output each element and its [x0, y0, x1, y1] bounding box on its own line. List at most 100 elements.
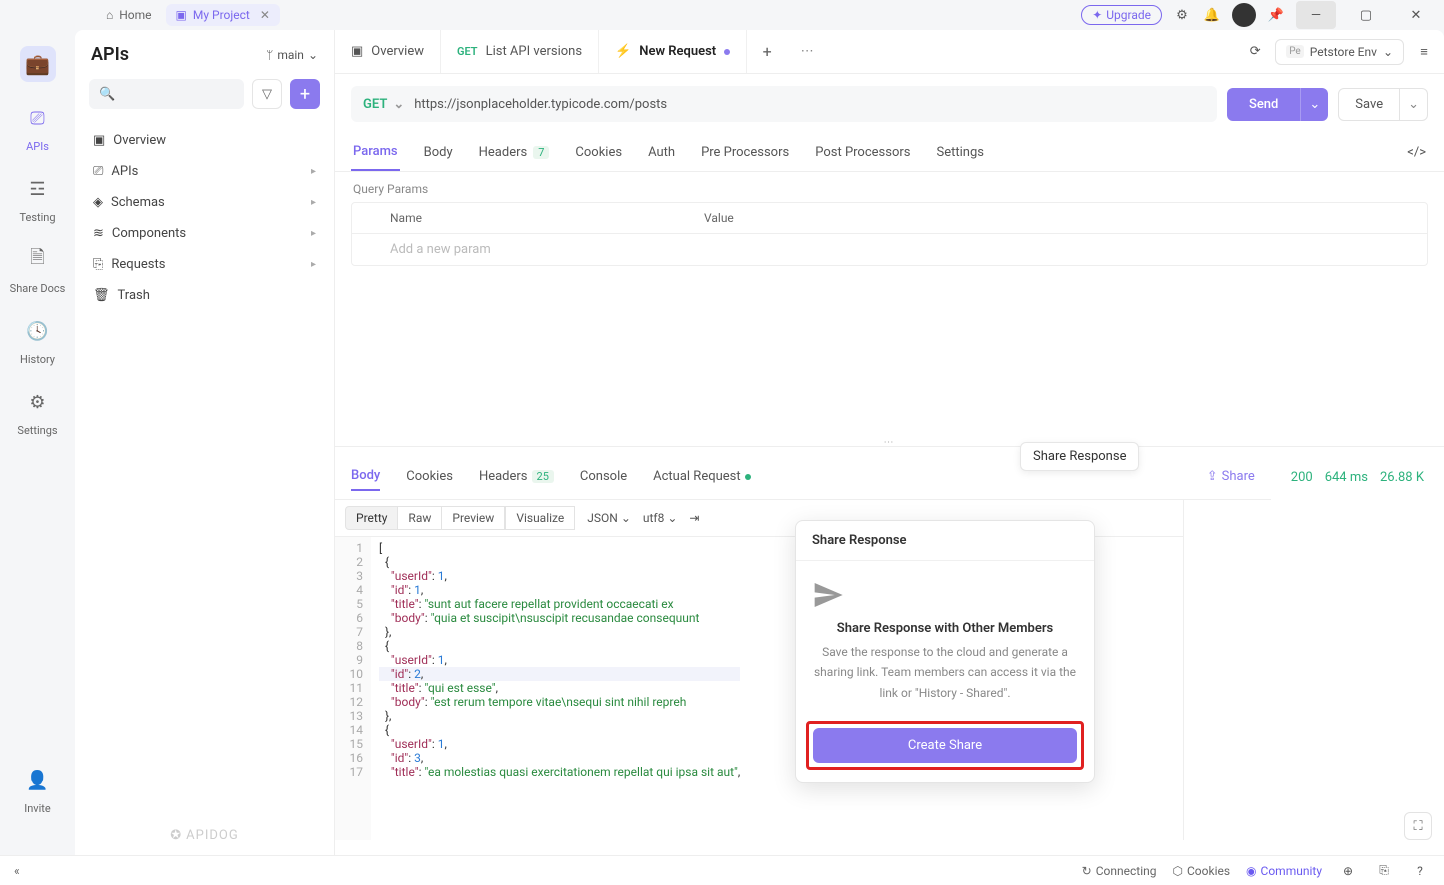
req-tab-post[interactable]: Post Processors — [813, 135, 912, 170]
send-button[interactable]: Send — [1227, 88, 1300, 121]
sidebar-item-trash[interactable]: 🗑Trash — [83, 280, 326, 311]
share-response-link[interactable]: ⇪Share — [1207, 469, 1255, 484]
resp-tab-actual[interactable]: Actual Request — [653, 463, 750, 490]
method-badge: GET — [457, 45, 478, 58]
ws-tab-overview[interactable]: ▣Overview — [335, 30, 441, 73]
close-icon[interactable]: ✕ — [260, 8, 270, 22]
resp-tab-body[interactable]: Body — [351, 462, 380, 491]
add-button[interactable]: + — [290, 79, 320, 109]
sidebar-item-schemas[interactable]: ◈Schemas▸ — [83, 187, 326, 218]
sidebar-title: APIs — [91, 44, 129, 65]
collapse-sidebar[interactable]: « — [14, 864, 20, 878]
unsaved-dot — [724, 49, 730, 55]
ws-tab-list[interactable]: GET List API versions — [441, 30, 599, 73]
req-tab-auth[interactable]: Auth — [646, 135, 677, 170]
search-input[interactable]: 🔍 — [89, 79, 244, 109]
sidebar-item-apis[interactable]: ⎚APIs▸ — [83, 156, 326, 187]
env-selector[interactable]: PePetstore Env⌄ — [1275, 39, 1404, 65]
expand-panel-button[interactable]: ⛶ — [1404, 812, 1432, 840]
tab-home[interactable]: ⌂ Home — [96, 4, 162, 26]
save-button[interactable]: Save — [1338, 88, 1400, 121]
requests-icon: ⎘ — [93, 257, 103, 272]
plus-icon: + — [300, 84, 310, 105]
sidebar: APIs ᛘmain⌄ 🔍 ▽ + ▣Overview ⎚APIs▸ ◈Sche… — [75, 30, 335, 855]
wrap-toggle[interactable]: ⇥ — [689, 511, 699, 525]
avatar[interactable] — [1232, 3, 1256, 27]
method-selector[interactable]: GET⌄ — [363, 97, 404, 112]
ws-add-tab[interactable]: + — [747, 30, 787, 73]
branch-label: main — [277, 48, 304, 62]
new-param-row[interactable]: Add a new param — [352, 234, 1427, 265]
status-upload-icon[interactable]: ⊕ — [1338, 861, 1358, 881]
window-minimize[interactable]: — — [1296, 1, 1336, 29]
ws-more[interactable]: ⋯ — [787, 30, 827, 73]
tab-project[interactable]: ▣ My Project ✕ — [166, 4, 280, 26]
resp-tab-headers[interactable]: Headers25 — [479, 463, 554, 490]
chevron-down-icon: ⌄ — [1383, 45, 1393, 59]
status-gift-icon[interactable]: ⎘ — [1374, 861, 1394, 881]
schemas-icon: ◈ — [93, 195, 103, 210]
save-caret[interactable]: ⌄ — [1400, 88, 1428, 121]
sidebar-item-label: Schemas — [111, 195, 165, 210]
window-maximize[interactable]: ▢ — [1346, 1, 1386, 29]
window-close[interactable]: ✕ — [1396, 1, 1436, 29]
env-label: Petstore Env — [1310, 45, 1377, 59]
req-tab-cookies[interactable]: Cookies — [573, 135, 624, 170]
sidebar-item-requests[interactable]: ⎘Requests▸ — [83, 249, 326, 280]
popover-title: Share Response — [796, 521, 1094, 561]
create-share-button[interactable]: Create Share — [813, 728, 1077, 763]
req-tab-settings[interactable]: Settings — [934, 135, 985, 170]
pin-icon[interactable]: 📌 — [1266, 5, 1286, 25]
view-preview[interactable]: Preview — [442, 506, 505, 530]
gear-icon[interactable]: ⚙ — [1172, 5, 1192, 25]
filter-button[interactable]: ▽ — [252, 79, 282, 109]
ws-tab-label: List API versions — [486, 44, 582, 59]
view-pretty[interactable]: Pretty — [345, 506, 398, 530]
req-tab-body[interactable]: Body — [422, 135, 455, 170]
rail-workspace[interactable]: 💼 — [20, 46, 56, 82]
sidebar-item-overview[interactable]: ▣Overview — [83, 125, 326, 156]
upgrade-button[interactable]: ✦ Upgrade — [1081, 5, 1162, 25]
brand-logo: ✪APIDOG — [75, 816, 334, 855]
ws-tab-new[interactable]: ⚡New Request — [599, 30, 747, 73]
rail-testing[interactable]: ☲Testing — [19, 171, 55, 224]
rail-invite[interactable]: 👤Invite — [20, 762, 56, 815]
sidebar-item-label: Components — [112, 226, 186, 241]
branch-selector[interactable]: ᛘmain⌄ — [266, 48, 318, 62]
bell-icon[interactable]: 🔔 — [1202, 5, 1222, 25]
format-selector[interactable]: JSON⌄ — [587, 511, 631, 525]
encoding-selector[interactable]: utf8⌄ — [643, 511, 678, 525]
sidebar-item-components[interactable]: ≋Components▸ — [83, 218, 326, 249]
resp-tab-cookies[interactable]: Cookies — [406, 463, 453, 490]
rail-settings[interactable]: ⚙Settings — [17, 384, 57, 437]
env-settings-button[interactable]: ≡ — [1414, 42, 1434, 62]
rail-share[interactable]: 🗎Share Docs — [10, 242, 66, 295]
url-input[interactable]: GET⌄ https://jsonplaceholder.typicode.co… — [351, 86, 1217, 122]
status-community[interactable]: ◉Community — [1246, 864, 1322, 878]
chevron-down-icon: ⌄ — [308, 48, 318, 62]
filter-icon: ▽ — [262, 87, 272, 102]
rail-history[interactable]: 🕓History — [20, 313, 56, 366]
code-view-toggle[interactable]: </> — [1405, 135, 1428, 170]
req-tab-headers[interactable]: Headers7 — [477, 135, 552, 170]
status-cookies[interactable]: ⬡Cookies — [1173, 864, 1231, 878]
folder-icon: ▣ — [176, 8, 187, 22]
query-params-label: Query Params — [335, 172, 1444, 202]
discord-icon: ◉ — [1246, 864, 1256, 878]
req-tab-pre[interactable]: Pre Processors — [699, 135, 791, 170]
rail-apis[interactable]: ⎚APIs — [20, 100, 56, 153]
req-tab-params[interactable]: Params — [351, 134, 400, 171]
refresh-button[interactable]: ⟳ — [1245, 42, 1265, 62]
query-params-table: Name Value Add a new param — [351, 202, 1428, 266]
view-visualize[interactable]: Visualize — [505, 506, 575, 530]
send-caret[interactable]: ⌄ — [1300, 88, 1328, 121]
components-icon: ≋ — [93, 226, 104, 241]
stat-status: 200 — [1291, 470, 1313, 485]
upgrade-label: Upgrade — [1106, 8, 1151, 22]
sidebar-item-label: APIs — [111, 164, 138, 179]
resp-tab-console[interactable]: Console — [580, 463, 627, 490]
status-help-icon[interactable]: ? — [1410, 861, 1430, 881]
view-raw[interactable]: Raw — [398, 506, 442, 530]
pane-divider[interactable] — [335, 446, 1444, 454]
col-value: Value — [692, 203, 746, 233]
